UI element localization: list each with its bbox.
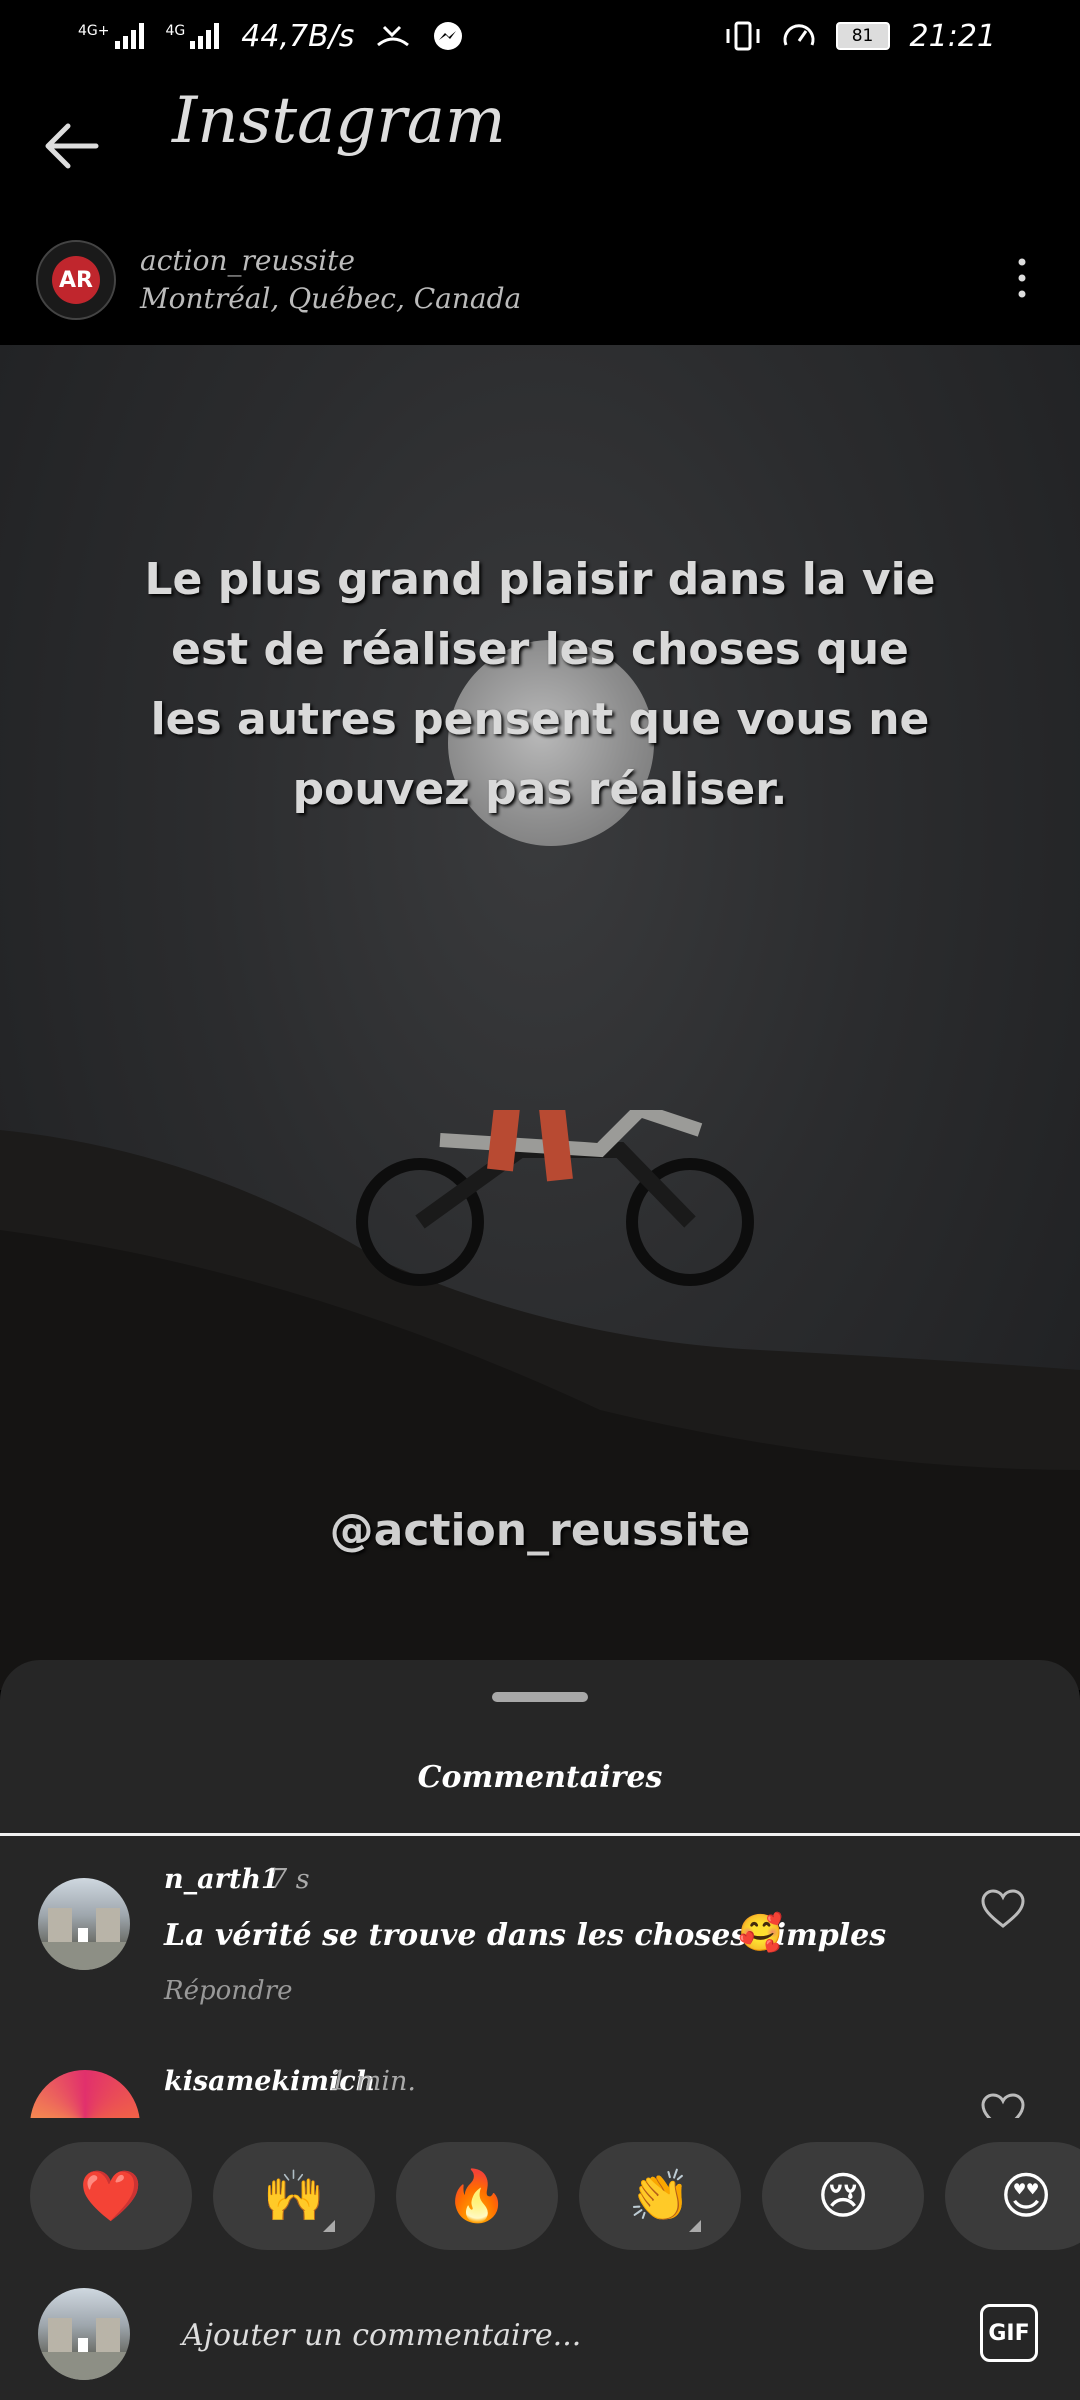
reply-button[interactable]: Répondre bbox=[164, 1976, 292, 2006]
reaction-crying-button[interactable]: 😢 bbox=[762, 2142, 924, 2250]
network-type-1: 4G+ bbox=[78, 23, 110, 39]
network-type-2: 4G bbox=[165, 23, 186, 39]
status-left: 4G+ 4G 44,7B/s bbox=[78, 14, 464, 58]
sheet-drag-handle[interactable] bbox=[492, 1692, 588, 1702]
reaction-heart-button[interactable]: ❤️ bbox=[30, 2142, 192, 2250]
status-bar: 4G+ 4G 44,7B/s 81 21:21 bbox=[0, 0, 1080, 72]
hill-with-motorcycle-graphic bbox=[0, 1110, 1080, 1690]
reaction-clap-button[interactable]: 👏 bbox=[579, 2142, 741, 2250]
reaction-heart-eyes-button[interactable]: 😍 bbox=[945, 2142, 1080, 2250]
clock: 21:21 bbox=[909, 18, 996, 54]
avatar-logo: AR bbox=[52, 256, 100, 304]
more-options-icon[interactable] bbox=[1010, 254, 1034, 302]
reaction-fire-button[interactable]: 🔥 bbox=[396, 2142, 558, 2250]
app-bar bbox=[0, 72, 1080, 272]
messenger-icon bbox=[434, 22, 463, 50]
clapping-hands-emoji-icon: 👏 bbox=[628, 2166, 692, 2225]
comment-emoji: 🥰 bbox=[738, 1913, 783, 1954]
missed-call-icon bbox=[377, 25, 410, 47]
comment-time: 7 s bbox=[270, 1864, 310, 1895]
current-user-avatar bbox=[38, 2288, 130, 2380]
post-author-avatar[interactable]: AR bbox=[36, 240, 116, 320]
list-clip bbox=[0, 2118, 1080, 2130]
heart-eyes-emoji-icon: 😍 bbox=[999, 2167, 1053, 2225]
raising-hands-emoji-icon: 🙌 bbox=[262, 2166, 326, 2225]
back-arrow-icon[interactable] bbox=[36, 110, 108, 182]
like-heart-icon[interactable] bbox=[980, 1888, 1026, 1930]
post-watermark-handle: @action_reussite bbox=[329, 1505, 751, 1556]
post-author-username[interactable]: action_reussite bbox=[140, 244, 355, 277]
crying-face-emoji-icon: 😢 bbox=[816, 2167, 870, 2225]
comments-divider bbox=[0, 1833, 1080, 1836]
post-quote-text: Le plus grand plaisir dans la vie est de… bbox=[144, 554, 936, 815]
signal-icon: 4G+ bbox=[78, 23, 144, 49]
vibrate-icon bbox=[726, 21, 760, 51]
building-photo-icon bbox=[38, 2318, 130, 2380]
building-photo-icon bbox=[38, 1908, 130, 1970]
comment-username[interactable]: n_arth1 bbox=[164, 1864, 280, 1895]
battery-icon: 81 bbox=[835, 22, 890, 50]
add-comment-input[interactable]: Ajouter un commentaire... bbox=[182, 2318, 581, 2353]
signal-icon-2: 4G bbox=[166, 23, 220, 49]
app-title: Instagram bbox=[172, 84, 506, 158]
fire-emoji-icon: 🔥 bbox=[445, 2166, 509, 2225]
heart-emoji-icon: ❤️ bbox=[79, 2166, 143, 2225]
reaction-raising-hands-button[interactable]: 🙌 bbox=[213, 2142, 375, 2250]
comment-time: 1 min. bbox=[330, 2066, 416, 2097]
network-speed: 44,7B/s bbox=[241, 18, 355, 54]
data-saver-icon bbox=[783, 24, 815, 46]
comments-title: Commentaires bbox=[417, 1760, 663, 1795]
commenter-avatar[interactable] bbox=[38, 1878, 130, 1970]
status-right: 81 21:21 bbox=[724, 14, 996, 58]
post-location[interactable]: Montréal, Québec, Canada bbox=[140, 282, 521, 315]
gif-button[interactable]: GIF bbox=[980, 2304, 1038, 2362]
